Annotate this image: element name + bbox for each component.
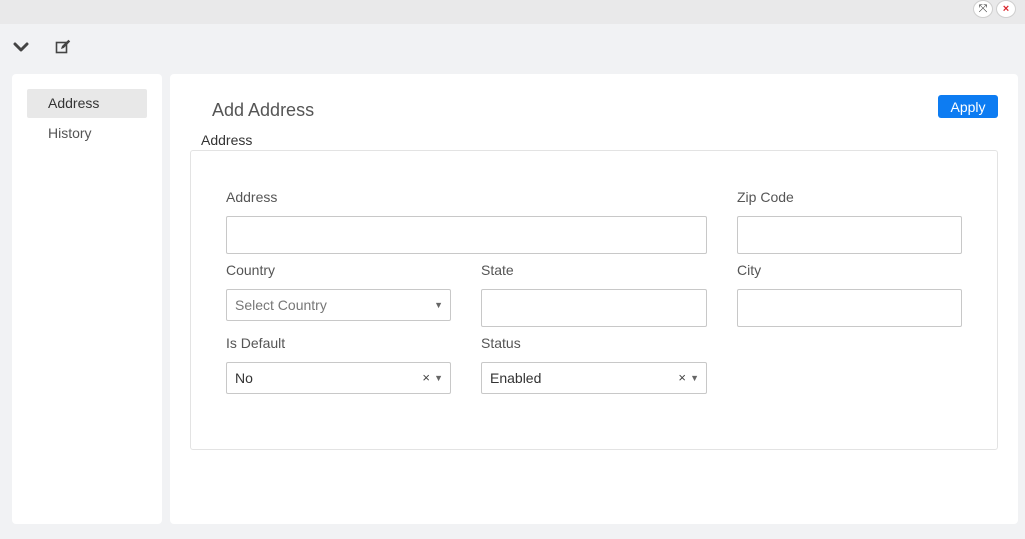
close-icon[interactable]: × — [996, 0, 1016, 18]
title-strip — [0, 0, 1025, 24]
clear-icon[interactable]: × — [422, 363, 430, 393]
clear-icon[interactable]: × — [678, 363, 686, 393]
sidebar-item-address[interactable]: Address — [27, 89, 147, 118]
address-form-card: Address Zip Code Country Select Country … — [190, 150, 998, 450]
main-panel: Add Address Apply Address Address Zip Co… — [170, 74, 1018, 524]
caret-down-icon: ▼ — [690, 373, 699, 383]
expand-icon[interactable]: ⤧ — [973, 0, 993, 18]
section-title: Address — [201, 132, 253, 148]
sidebar-item-history[interactable]: History — [27, 119, 147, 148]
country-placeholder: Select Country — [235, 297, 327, 313]
status-label: Status — [481, 335, 521, 351]
is-default-select[interactable]: No × ▼ — [226, 362, 451, 394]
edit-icon[interactable] — [53, 37, 73, 57]
country-label: Country — [226, 262, 276, 278]
apply-button[interactable]: Apply — [938, 95, 998, 118]
address-input[interactable] — [226, 216, 707, 254]
sidebar: Address History — [12, 74, 162, 524]
zip-code-label: Zip Code — [737, 189, 794, 205]
is-default-value: No — [235, 370, 253, 386]
status-value: Enabled — [490, 370, 542, 386]
caret-down-icon: ▼ — [434, 300, 443, 310]
zip-code-input[interactable] — [737, 216, 962, 254]
is-default-label: Is Default — [226, 335, 286, 351]
state-label: State — [481, 262, 514, 278]
page-title: Add Address — [212, 100, 315, 120]
city-input[interactable] — [737, 289, 962, 327]
chevron-down-icon[interactable] — [11, 37, 31, 57]
status-select[interactable]: Enabled × ▼ — [481, 362, 707, 394]
address-label: Address — [226, 189, 278, 205]
state-input[interactable] — [481, 289, 707, 327]
country-select[interactable]: Select Country ▼ — [226, 289, 451, 321]
city-label: City — [737, 262, 762, 278]
caret-down-icon: ▼ — [434, 373, 443, 383]
